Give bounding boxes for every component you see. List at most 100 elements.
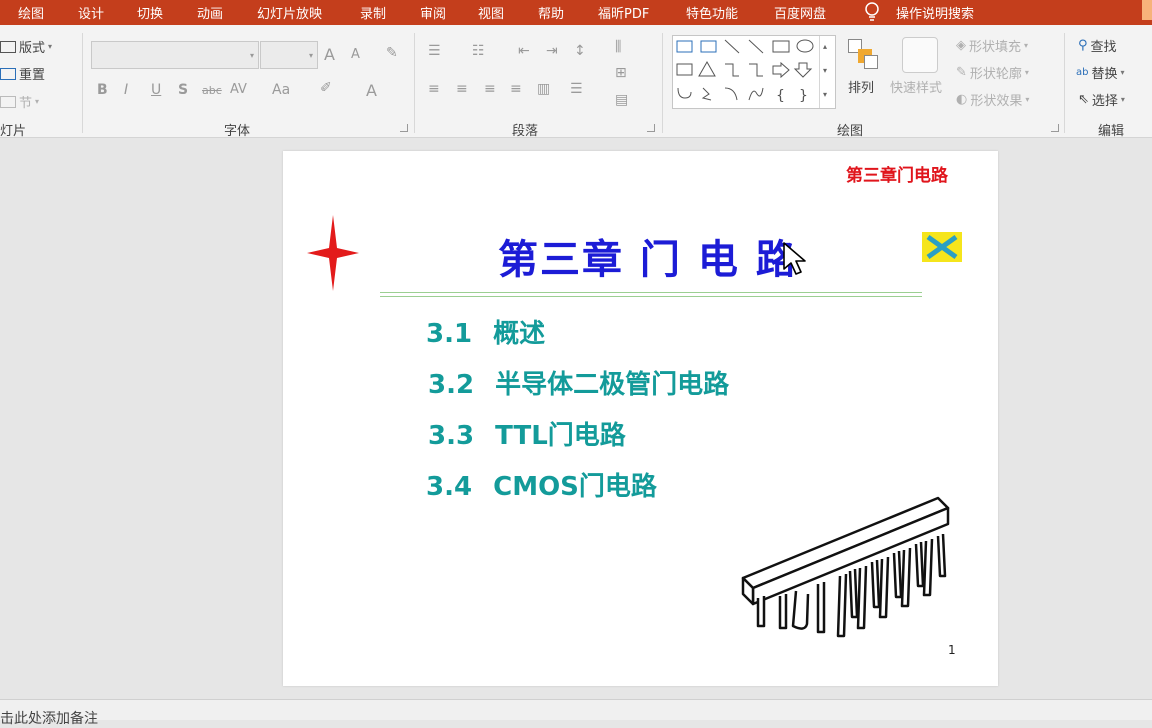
layout-button[interactable]: 版式 ▾ (0, 37, 52, 56)
notes-pane[interactable]: 击此处添加备注 (0, 699, 1152, 727)
group-label-slides: 灯片 (0, 124, 27, 139)
toc-number: 3.3 (428, 421, 475, 451)
divider (414, 33, 415, 133)
tab-review[interactable]: 审阅 (420, 3, 446, 22)
shape-effects-label: 形状效果 (970, 94, 1023, 109)
pencil-icon: ✎ (956, 65, 967, 80)
distributed-icon[interactable]: ▥ (537, 81, 550, 97)
italic-button[interactable]: I (124, 82, 128, 98)
account-corner[interactable] (1142, 0, 1152, 20)
toc-item-3[interactable]: 3.3 TTL门电路 (428, 415, 626, 452)
tab-animations[interactable]: 动画 (197, 3, 223, 22)
shape-effects-button[interactable]: ◐ 形状效果 ▾ (956, 90, 1029, 109)
tab-help[interactable]: 帮助 (538, 3, 564, 22)
replace-button[interactable]: ab 替换 ▾ (1076, 63, 1125, 82)
font-size-box[interactable]: ▾ (260, 41, 318, 69)
quick-styles-icon (902, 37, 938, 73)
slide-canvas[interactable]: 第三章门电路 第三章 门 电 路 3.1 概述 3.2 半导体二极管门电路 3.… (283, 151, 998, 686)
group-label-drawing: 绘图 (837, 124, 864, 139)
toc-item-4[interactable]: 3.4 CMOS门电路 (426, 466, 657, 503)
numbering-icon[interactable]: ☷ (472, 43, 485, 59)
reset-icon (0, 67, 16, 80)
clear-format-icon[interactable]: ✎ (386, 45, 398, 61)
toc-number: 3.1 (426, 319, 473, 349)
shape-fill-label: 形状填充 (969, 40, 1022, 55)
bullets-icon[interactable]: ☰ (428, 43, 441, 59)
bold-button[interactable]: B (97, 82, 108, 98)
slide-editing-area: 第三章门电路 第三章 门 电 路 3.1 概述 3.2 半导体二极管门电路 3.… (0, 139, 1152, 699)
replace-icon: ab (1076, 67, 1089, 78)
align-center-icon[interactable]: ≡ (456, 81, 468, 97)
tell-me-search[interactable]: 操作说明搜索 (896, 3, 974, 22)
title-divider (380, 292, 922, 293)
grow-font-button[interactable]: A (324, 45, 335, 64)
tab-foxit-pdf[interactable]: 福昕PDF (598, 3, 649, 22)
ic-chip-illustration[interactable] (738, 496, 953, 661)
quick-styles-button[interactable]: 快速样式 (890, 77, 942, 96)
tab-features[interactable]: 特色功能 (686, 3, 738, 22)
slide-title[interactable]: 第三章 门 电 路 (498, 227, 798, 285)
shapes-gallery[interactable]: { } ▴ ▾ ▾ (672, 35, 836, 109)
paragraph-dialog-launcher[interactable] (647, 124, 655, 132)
reset-button[interactable]: 重置 (0, 64, 45, 83)
shape-fill-button[interactable]: ◈ 形状填充 ▾ (956, 36, 1028, 55)
select-label: 选择 (1091, 94, 1118, 109)
tab-view[interactable]: 视图 (478, 3, 504, 22)
highlight-icon[interactable]: ✐ (320, 80, 332, 96)
toc-item-2[interactable]: 3.2 半导体二极管门电路 (428, 364, 729, 401)
toc-text: CMOS门电路 (493, 472, 657, 502)
align-text-icon[interactable]: ⊞ (615, 65, 627, 81)
line-spacing-icon[interactable]: ↕ (574, 43, 586, 59)
shrink-font-button[interactable]: A (351, 47, 360, 62)
shape-outline-label: 形状轮廓 (969, 67, 1022, 82)
arrange-button[interactable]: 排列 (848, 77, 874, 96)
shape-outline-button[interactable]: ✎ 形状轮廓 ▾ (956, 63, 1029, 82)
toc-number: 3.2 (428, 370, 475, 400)
align-right-icon[interactable]: ≡ (484, 81, 496, 97)
tab-transitions[interactable]: 切换 (137, 3, 163, 22)
toc-item-1[interactable]: 3.1 概述 (426, 313, 545, 350)
char-spacing-button[interactable]: AV (230, 82, 247, 97)
tab-slideshow[interactable]: 幻灯片放映 (257, 3, 322, 22)
columns-icon[interactable]: ☰ (570, 81, 583, 97)
increase-indent-icon[interactable]: ⇥ (546, 43, 558, 59)
change-case-button[interactable]: Aa (272, 82, 290, 98)
find-label: 查找 (1090, 40, 1117, 55)
notes-placeholder[interactable]: 击此处添加备注 (0, 708, 98, 728)
navigation-icon[interactable] (921, 231, 963, 263)
red-star-icon (307, 215, 359, 291)
shapes-icons: { } (676, 39, 814, 104)
font-color-button[interactable]: A (366, 81, 377, 100)
tab-record[interactable]: 录制 (360, 3, 386, 22)
drawing-dialog-launcher[interactable] (1051, 124, 1059, 132)
text-shadow-button[interactable]: S (178, 82, 188, 98)
smartart-icon[interactable]: ▤ (615, 92, 628, 108)
layout-label: 版式 (19, 41, 46, 56)
tab-design[interactable]: 设计 (78, 3, 104, 22)
strikethrough-button[interactable]: abc (202, 84, 222, 97)
section-button[interactable]: 节 ▾ (0, 92, 39, 111)
toc-number: 3.4 (426, 472, 473, 502)
slide-header-label[interactable]: 第三章门电路 (846, 161, 948, 186)
text-direction-icon[interactable]: ⫼ (615, 39, 621, 55)
font-name-box[interactable]: ▾ (91, 41, 259, 69)
toc-text: 概述 (493, 319, 546, 349)
search-icon: ⚲ (1078, 38, 1088, 53)
lightbulb-icon (865, 2, 879, 21)
find-button[interactable]: ⚲ 查找 (1078, 36, 1117, 55)
decrease-indent-icon[interactable]: ⇤ (518, 43, 530, 59)
select-button[interactable]: ⇖ 选择 ▾ (1078, 90, 1125, 109)
tab-draw[interactable]: 绘图 (18, 3, 44, 22)
divider (662, 33, 663, 133)
toc-text: TTL门电路 (495, 421, 626, 451)
underline-button[interactable]: U (151, 82, 161, 98)
pointer-icon: ⇖ (1078, 92, 1089, 107)
mouse-pointer-icon (783, 242, 806, 275)
group-label-font: 字体 (224, 124, 251, 139)
font-dialog-launcher[interactable] (400, 124, 408, 132)
menu-bar: 绘图 设计 切换 动画 幻灯片放映 录制 审阅 视图 帮助 福昕PDF 特色功能… (0, 0, 1152, 25)
shapes-scrollbar[interactable]: ▴ ▾ ▾ (819, 36, 835, 108)
justify-icon[interactable]: ≡ (510, 81, 522, 97)
tab-baidu-netdisk[interactable]: 百度网盘 (774, 3, 826, 22)
align-left-icon[interactable]: ≡ (428, 81, 440, 97)
